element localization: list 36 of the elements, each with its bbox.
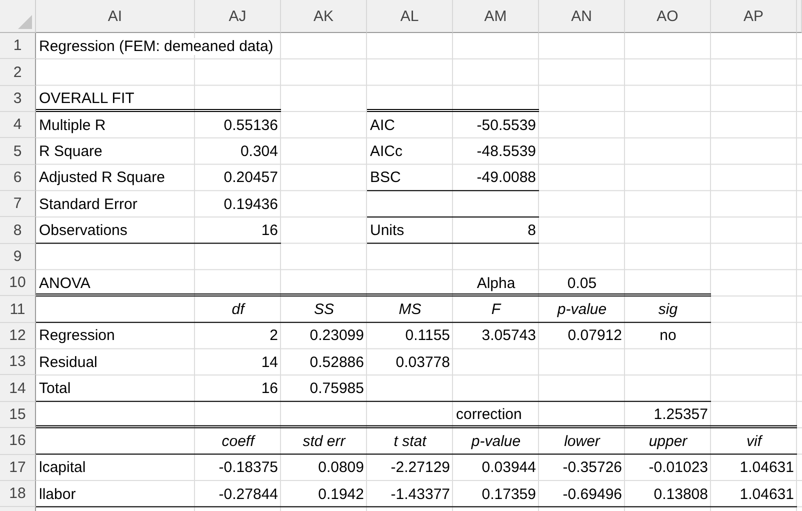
- table-cell: Multiple R: [39, 116, 106, 134]
- table-cell: lcapital: [39, 459, 86, 476]
- row-header[interactable]: 10: [0, 270, 36, 296]
- row-header[interactable]: 9: [0, 244, 36, 270]
- row-header[interactable]: 17: [0, 454, 36, 481]
- table-cell: Regression: [39, 327, 115, 344]
- row-header[interactable]: 14: [0, 375, 36, 402]
- row-header[interactable]: 8: [0, 217, 36, 244]
- column-header[interactable]: AP: [711, 0, 797, 33]
- row-header[interactable]: 7: [0, 191, 36, 218]
- column-header[interactable]: AL: [367, 0, 453, 33]
- row-header[interactable]: 6: [0, 164, 36, 192]
- column-header[interactable]: AO: [625, 0, 711, 33]
- row-header[interactable]: 2: [0, 59, 36, 86]
- column-header[interactable]: AK: [281, 0, 367, 33]
- table-cell: Alpha: [476, 274, 516, 292]
- row-header[interactable]: 5: [0, 138, 36, 165]
- column-header[interactable]: AN: [539, 0, 625, 33]
- row-header[interactable]: 15: [0, 402, 36, 428]
- column-header[interactable]: AI: [36, 0, 195, 33]
- row-header[interactable]: 16: [0, 428, 36, 454]
- row-header[interactable]: 3: [0, 86, 36, 112]
- row-header[interactable]: 13: [0, 349, 36, 376]
- table-cell: Adjusted R Square: [39, 169, 165, 186]
- column-header[interactable]: AJ: [195, 0, 281, 33]
- table-cell: Regression (FEM: demeaned data): [39, 38, 274, 55]
- table-cell: p-value: [557, 301, 607, 318]
- row-header[interactable]: 11: [0, 296, 36, 323]
- row-header[interactable]: 12: [0, 322, 36, 350]
- row-header[interactable]: 18: [0, 480, 36, 508]
- table-cell: sig: [658, 301, 678, 318]
- table-cell: p-value: [471, 432, 521, 450]
- row-header[interactable]: 4: [0, 112, 36, 138]
- table-cell: R Square: [39, 143, 102, 160]
- row-header[interactable]: 1: [0, 33, 36, 60]
- column-header[interactable]: AM: [453, 0, 539, 33]
